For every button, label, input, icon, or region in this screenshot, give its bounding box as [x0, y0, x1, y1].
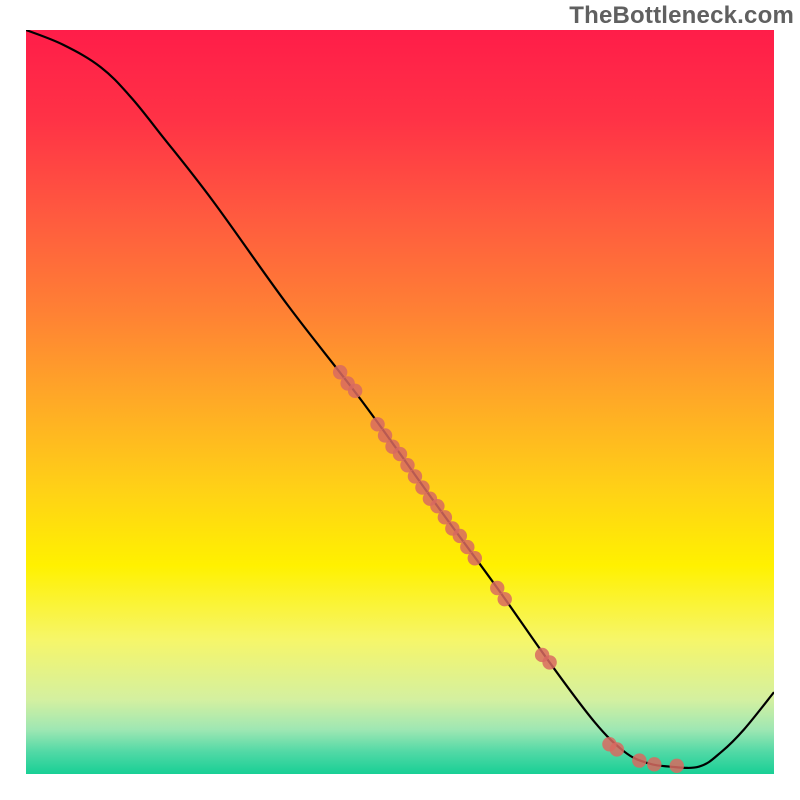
- chart-plot-area: [26, 30, 774, 774]
- sample-marker: [542, 655, 556, 669]
- sample-marker: [670, 759, 684, 773]
- sample-marker: [498, 592, 512, 606]
- chart-stage: TheBottleneck.com: [0, 0, 800, 800]
- sample-marker: [610, 742, 624, 756]
- sample-marker: [632, 753, 646, 767]
- chart-svg: [26, 30, 774, 774]
- sample-marker: [468, 551, 482, 565]
- sample-marker: [348, 384, 362, 398]
- sample-marker: [647, 757, 661, 771]
- watermark-text: TheBottleneck.com: [569, 2, 794, 30]
- chart-background: [26, 30, 774, 774]
